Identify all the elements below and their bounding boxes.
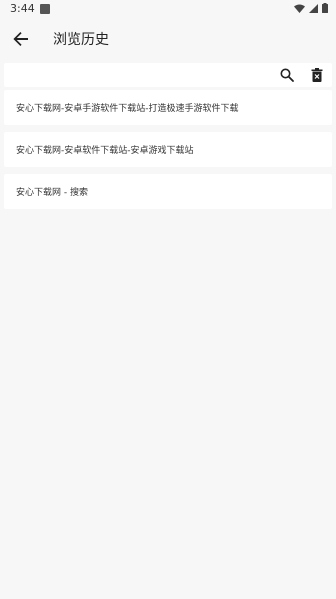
history-item-title: 安心下载网-安卓软件下载站-安卓游戏下载站: [16, 146, 194, 156]
history-item-title: 安心下载网 - 搜索: [16, 188, 88, 198]
history-item[interactable]: 安心下载网-安卓软件下载站-安卓游戏下载站: [4, 132, 332, 167]
status-time: 3:44: [10, 2, 35, 15]
trash-icon: [311, 68, 323, 82]
history-item[interactable]: 安心下载网 - 搜索: [4, 174, 332, 209]
status-bar: 3:44: [0, 0, 336, 18]
search-bar: [4, 63, 332, 87]
arrow-left-icon: [13, 32, 28, 46]
search-input[interactable]: [10, 65, 272, 85]
signal-icon: [309, 3, 318, 13]
clear-history-button[interactable]: [308, 66, 326, 84]
history-item[interactable]: 安心下载网-安卓手游软件下载站-打造极速手游软件下载: [4, 90, 332, 125]
back-button[interactable]: [7, 25, 35, 53]
search-icon: [280, 68, 294, 82]
battery-icon: [322, 3, 328, 13]
status-icons: [294, 3, 328, 13]
search-button[interactable]: [278, 66, 296, 84]
page-title: 浏览历史: [53, 32, 109, 48]
notification-icon: [40, 4, 50, 14]
app-bar: 浏览历史: [0, 18, 336, 60]
wifi-icon: [294, 4, 305, 13]
history-item-title: 安心下载网-安卓手游软件下载站-打造极速手游软件下载: [16, 104, 239, 114]
